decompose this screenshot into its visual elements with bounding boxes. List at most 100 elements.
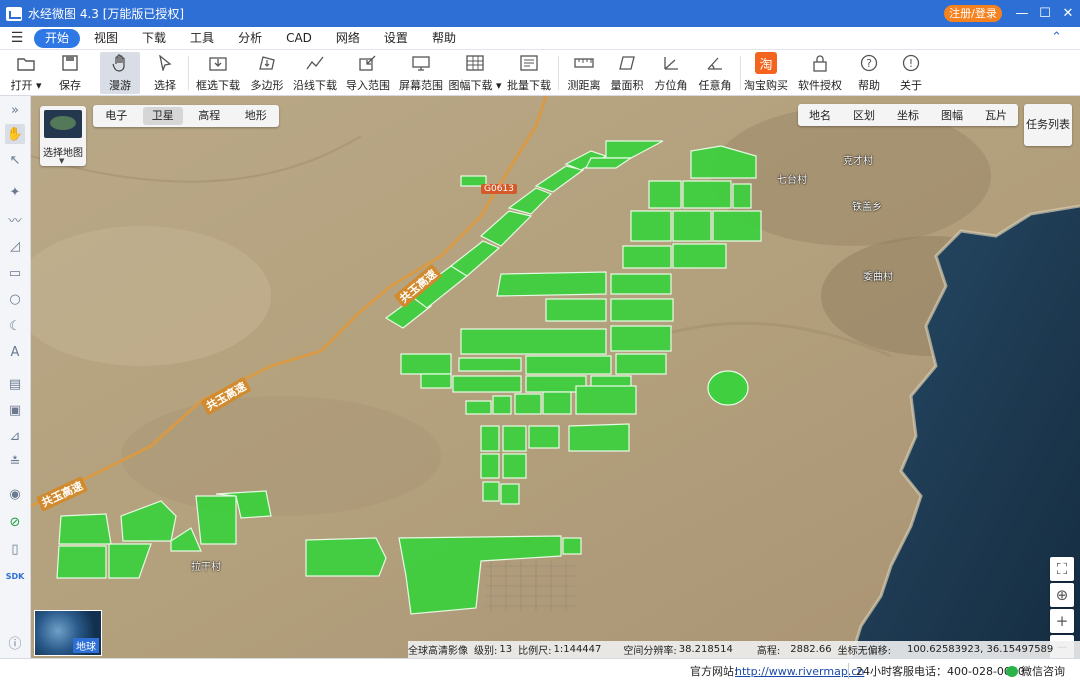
menu-tools[interactable]: 工具 [180, 29, 224, 48]
layer-toggle-bar: 地名 区划 坐标 图幅 瓦片 [798, 104, 1018, 126]
save-button[interactable]: 保存 [52, 52, 88, 94]
about-button[interactable]: ! 关于 [894, 52, 928, 94]
screen-range-button[interactable]: 屏幕范围 [398, 52, 444, 94]
layer-place-names[interactable]: 地名 [798, 107, 842, 123]
zoom-in-button[interactable]: + [1050, 609, 1074, 633]
task-list-button[interactable]: 任务列表 [1024, 104, 1072, 146]
polygon-download-button[interactable]: 多边形 [248, 52, 286, 94]
box-download-icon [207, 52, 229, 74]
ruler-icon[interactable]: ▤ [5, 374, 25, 394]
menu-start[interactable]: 开始 [34, 28, 81, 48]
map-thumbnail [44, 110, 82, 138]
folder-icon [15, 52, 37, 74]
collapse-ribbon-icon[interactable]: ⌃ [1051, 30, 1062, 45]
marker-icon[interactable]: ✦ [5, 182, 25, 202]
svg-text:?: ? [866, 57, 872, 70]
open-button[interactable]: 打开 ▾ [8, 52, 44, 94]
login-button[interactable]: 注册/登录 [944, 5, 1002, 22]
road-icon[interactable]: ≛ [5, 452, 25, 472]
crescent-icon[interactable]: ☾ [5, 316, 25, 336]
wechat-consult-button[interactable]: 微信咨询 [1006, 663, 1065, 679]
map-canvas[interactable]: 选择地图 ▼ 电子 卫星 高程 地形 地名 区划 坐标 图幅 瓦片 任务列表 七… [31, 96, 1080, 658]
rectangle-icon[interactable]: ▭ [5, 263, 25, 283]
official-site-link[interactable]: http://www.rivermap.cn [735, 665, 864, 678]
layer-coordinates[interactable]: 坐标 [886, 107, 930, 123]
any-angle-button[interactable]: 任意角 [696, 52, 734, 94]
gear-globe-icon[interactable]: ◉ [5, 484, 25, 504]
info-icon: ! [900, 52, 922, 74]
line-download-button[interactable]: 沿线下载 [293, 52, 337, 94]
sdk-icon[interactable]: SDK [5, 566, 25, 586]
phone-icon[interactable]: ▯ [5, 539, 25, 559]
batch-download-icon [518, 52, 540, 74]
map-type-electronic[interactable]: 电子 [96, 107, 137, 125]
text-icon[interactable]: A [5, 342, 25, 362]
place-label: 拉干村 [191, 562, 221, 573]
satellite-imagery [31, 96, 1080, 658]
menu-network[interactable]: 网络 [326, 29, 370, 48]
screen-range-icon [410, 52, 432, 74]
menu-help[interactable]: 帮助 [422, 29, 466, 48]
app-logo-icon [6, 6, 22, 21]
hand-icon[interactable]: ✋ [5, 124, 25, 144]
map-type-terrain[interactable]: 地形 [236, 107, 277, 125]
maximize-button[interactable]: ☐ [1033, 0, 1057, 27]
place-label: 委曲村 [863, 272, 893, 283]
toolbar-separator [558, 56, 559, 90]
help-button[interactable]: ? 帮助 [852, 52, 886, 94]
toolbar-separator [740, 56, 741, 90]
measure-distance-button[interactable]: 测距离 [564, 52, 604, 94]
map-type-elevation[interactable]: 高程 [189, 107, 230, 125]
software-license-button[interactable]: 软件授权 [798, 52, 842, 94]
sheet-download-button[interactable]: 图幅下载 ▾ [448, 52, 502, 94]
polyline-icon[interactable]: 〰 [5, 209, 25, 229]
place-label: 铁盖乡 [852, 202, 882, 213]
pointer-icon[interactable]: ↖ [5, 150, 25, 170]
hamburger-menu-icon[interactable]: ☰ [0, 30, 34, 46]
link-icon[interactable]: ⊘ [5, 512, 25, 532]
map-type-satellite[interactable]: 卫星 [142, 107, 183, 125]
measure-area-button[interactable]: 量面积 [608, 52, 646, 94]
sheet-download-icon [464, 52, 486, 74]
chart-icon[interactable]: ⊿ [5, 426, 25, 446]
azimuth-button[interactable]: 方位角 [652, 52, 690, 94]
import-range-button[interactable]: 导入范围 [346, 52, 390, 94]
level-value: 13 [499, 644, 513, 655]
layer-tiles[interactable]: 瓦片 [974, 107, 1018, 123]
batch-download-button[interactable]: 批量下载 [506, 52, 552, 94]
locate-icon[interactable]: ⊕ [1050, 583, 1074, 607]
menu-view[interactable]: 视图 [84, 29, 128, 48]
taobao-buy-button[interactable]: 淘 淘宝购买 [744, 52, 788, 94]
resolution-label: 空间分辨率: [623, 646, 677, 657]
menu-cad[interactable]: CAD [276, 29, 322, 48]
scale-label: 比例尺: [518, 646, 552, 657]
coord-label: 坐标无偏移: [837, 646, 891, 657]
menu-settings[interactable]: 设置 [374, 29, 418, 48]
select-button[interactable]: 选择 [148, 52, 182, 94]
area-chart-icon[interactable]: ◿ [5, 236, 25, 256]
layer-admin-division[interactable]: 区划 [842, 107, 886, 123]
menu-download[interactable]: 下载 [132, 29, 176, 48]
lock-icon [809, 52, 831, 74]
resolution-value: 38.218514 [678, 644, 733, 655]
import-range-icon [357, 52, 379, 74]
status-bar: 官方网站: http://www.rivermap.cn 24小时客服电话：40… [0, 658, 1080, 683]
collapse-icon[interactable]: » [5, 100, 25, 120]
fullscreen-icon[interactable]: ⛶ [1050, 557, 1074, 581]
box-download-button[interactable]: 框选下载 [196, 52, 240, 94]
minimize-button[interactable]: — [1010, 0, 1034, 27]
place-label: 七台村 [777, 175, 807, 186]
window-title: 水经微图 4.3 [万能版已授权] [28, 7, 185, 21]
imagery-source: 全球高清影像 [408, 646, 468, 657]
map-type-switcher: 电子 卫星 高程 地形 [93, 105, 279, 127]
pan-button[interactable]: 漫游 [100, 52, 140, 94]
official-site-label: 官方网站: [690, 665, 738, 678]
help-icon[interactable]: ⓘ [5, 632, 25, 652]
menu-analysis[interactable]: 分析 [228, 29, 272, 48]
layer-map-sheets[interactable]: 图幅 [930, 107, 974, 123]
globe-view-button[interactable]: 地球 [34, 610, 102, 656]
close-button[interactable]: ✕ [1056, 0, 1080, 27]
bus-icon[interactable]: ▣ [5, 400, 25, 420]
circle-icon[interactable]: ○ [5, 289, 25, 309]
select-map-button[interactable]: 选择地图 ▼ [40, 106, 86, 166]
